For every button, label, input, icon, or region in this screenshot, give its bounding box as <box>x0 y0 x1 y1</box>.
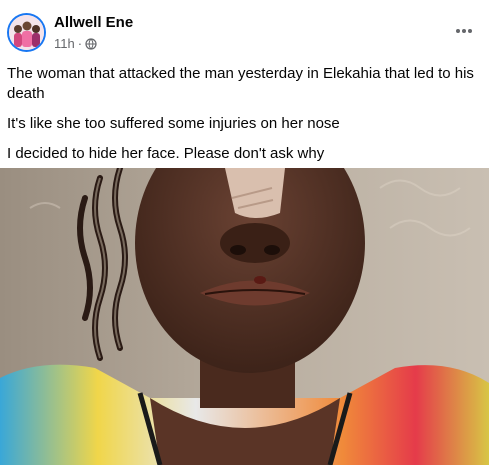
meta-separator: · <box>77 36 83 51</box>
author-avatar[interactable] <box>7 13 46 52</box>
post-paragraph: The woman that attacked the man yesterda… <box>7 65 474 102</box>
more-options-icon[interactable] <box>453 20 475 42</box>
avatar-image <box>9 15 44 50</box>
globe-icon <box>85 37 97 50</box>
post-time[interactable]: 11h <box>54 36 75 51</box>
post-text: The woman that attacked the man yesterda… <box>7 64 477 174</box>
post-header: Allwell Ene 11h · <box>0 0 489 62</box>
post-photo[interactable] <box>0 168 489 465</box>
post-paragraph: It's like she too suffered some injuries… <box>7 115 340 132</box>
facebook-post: Allwell Ene 11h · The woman that attacke… <box>0 0 489 465</box>
post-meta: 11h · <box>54 36 97 51</box>
author-name[interactable]: Allwell Ene <box>54 14 133 31</box>
post-paragraph: I decided to hide her face. Please don't… <box>7 145 325 162</box>
